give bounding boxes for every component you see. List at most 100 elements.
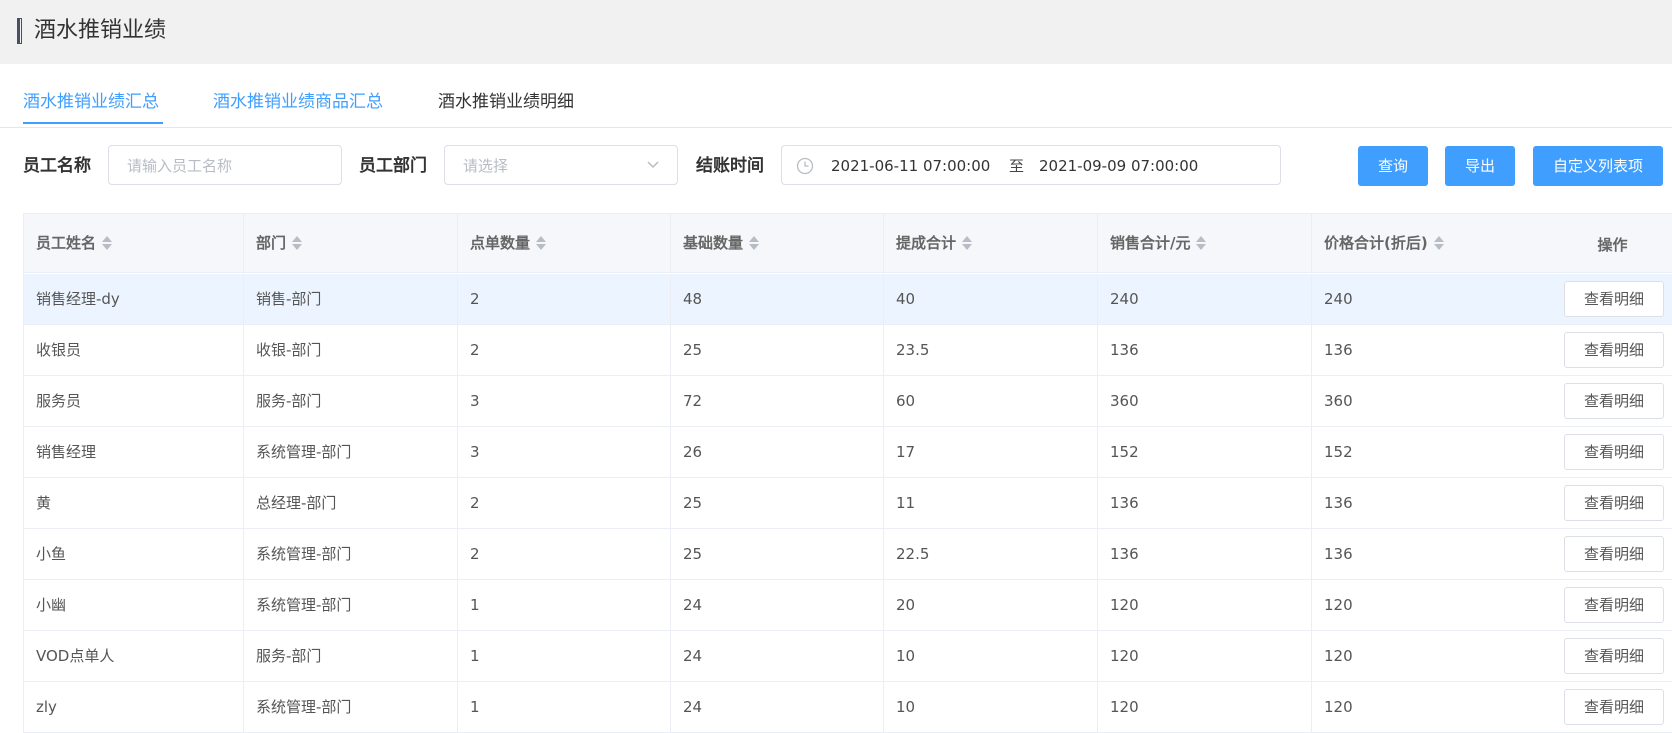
cell-value: 销售经理 [36, 443, 97, 461]
custom-columns-button[interactable]: 自定义列表项 [1533, 146, 1663, 186]
table-cell: 收银员 [24, 325, 244, 375]
cell-value: 总经理-部门 [256, 494, 337, 512]
table-row[interactable]: 收银员 收银-部门 2 25 23.5 136 136 查看明细 [24, 325, 1672, 376]
table-cell: 10 [884, 631, 1098, 681]
column-header-actions: 操作 [1552, 214, 1672, 273]
column-header-label: 价格合计(折后) [1324, 234, 1428, 252]
table-cell: 25 [671, 325, 884, 375]
sort-icon[interactable] [1196, 235, 1207, 251]
sort-icon[interactable] [536, 235, 547, 251]
end-time[interactable]: 2021-09-09 07:00:00 [1039, 155, 1198, 177]
view-details-button[interactable]: 查看明细 [1564, 332, 1664, 368]
column-header[interactable]: 销售合计/元 [1098, 214, 1312, 273]
query-button[interactable]: 查询 [1358, 146, 1428, 186]
sort-icon[interactable] [292, 235, 303, 251]
view-details-button[interactable]: 查看明细 [1564, 587, 1664, 623]
table-row[interactable]: VOD点单人 服务-部门 1 24 10 120 120 查看明细 [24, 631, 1672, 682]
cell-value: 120 [1324, 647, 1353, 665]
column-header-label: 员工姓名 [36, 234, 97, 252]
cell-value: 24 [683, 698, 703, 716]
table-row[interactable]: 服务员 服务-部门 3 72 60 360 360 查看明细 [24, 376, 1672, 427]
tab-product-summary[interactable]: 酒水推销业绩商品汇总 [213, 90, 383, 114]
cell-value: 24 [683, 647, 703, 665]
cell-value: 20 [896, 596, 916, 614]
cell-value: 1 [470, 596, 480, 614]
cell-value: 23.5 [896, 341, 930, 359]
cell-value: 10 [896, 647, 916, 665]
table-cell: 1 [458, 682, 671, 732]
cell-value: 系统管理-部门 [256, 443, 352, 461]
column-header[interactable]: 点单数量 [458, 214, 671, 273]
table-cell: 24 [671, 682, 884, 732]
cell-value: 120 [1110, 647, 1139, 665]
table-cell: 25 [671, 529, 884, 579]
table-cell: 120 [1098, 631, 1312, 681]
cell-value: 服务员 [36, 392, 82, 410]
table-cell: 系统管理-部门 [244, 682, 458, 732]
table-cell: 黄 [24, 478, 244, 528]
cell-value: 120 [1324, 698, 1353, 716]
column-header[interactable]: 价格合计(折后) [1312, 214, 1552, 273]
view-details-button[interactable]: 查看明细 [1564, 638, 1664, 674]
page-title: 酒水推销业绩 [34, 18, 167, 43]
view-details-button[interactable]: 查看明细 [1564, 689, 1664, 725]
table-row[interactable]: 小鱼 系统管理-部门 2 25 22.5 136 136 查看明细 [24, 529, 1672, 580]
cell-value: 136 [1324, 341, 1353, 359]
table-cell: 系统管理-部门 [244, 529, 458, 579]
table-row[interactable]: 销售经理 系统管理-部门 3 26 17 152 152 查看明细 [24, 427, 1672, 478]
table-cell: 24 [671, 631, 884, 681]
tab-summary[interactable]: 酒水推销业绩汇总 [23, 90, 159, 114]
table-cell: 72 [671, 376, 884, 426]
tab-details[interactable]: 酒水推销业绩明细 [438, 90, 574, 114]
table-row[interactable]: 销售经理-dy 销售-部门 2 48 40 240 240 查看明细 [24, 274, 1672, 325]
cell-value: 136 [1110, 545, 1139, 563]
cell-value: 72 [683, 392, 703, 410]
employee-name-input[interactable]: 请输入员工名称 [108, 145, 342, 185]
column-header-label: 点单数量 [470, 234, 531, 252]
column-header[interactable]: 员工姓名 [24, 214, 244, 273]
cell-value: 25 [683, 494, 703, 512]
table-cell: 136 [1098, 529, 1312, 579]
table-cell: 服务-部门 [244, 376, 458, 426]
view-details-button[interactable]: 查看明细 [1564, 536, 1664, 572]
department-select[interactable]: 请选择 [444, 145, 678, 185]
cell-value: 136 [1324, 545, 1353, 563]
view-details-button[interactable]: 查看明细 [1564, 485, 1664, 521]
column-header[interactable]: 基础数量 [671, 214, 884, 273]
table-row[interactable]: 黄 总经理-部门 2 25 11 136 136 查看明细 [24, 478, 1672, 529]
view-details-button[interactable]: 查看明细 [1564, 383, 1664, 419]
tab-bar: 酒水推销业绩汇总 酒水推销业绩商品汇总 酒水推销业绩明细 [0, 64, 1672, 128]
sort-icon[interactable] [962, 235, 973, 251]
employee-name-placeholder: 请输入员工名称 [127, 157, 233, 175]
table-cell: 2 [458, 274, 671, 324]
cell-value: 25 [683, 545, 703, 563]
sort-icon[interactable] [1433, 235, 1444, 251]
table-cell: 360 [1098, 376, 1312, 426]
column-header[interactable]: 部门 [244, 214, 458, 273]
sort-icon[interactable] [102, 235, 113, 251]
page-header: 酒水推销业绩 [0, 0, 1672, 64]
table-cell: 销售-部门 [244, 274, 458, 324]
date-range-picker[interactable]: 2021-06-11 07:00:00 至 2021-09-09 07:00:0… [781, 145, 1281, 185]
start-time[interactable]: 2021-06-11 07:00:00 [831, 155, 990, 177]
table-row[interactable]: zly 系统管理-部门 1 24 10 120 120 查看明细 [24, 682, 1672, 733]
view-details-button[interactable]: 查看明细 [1564, 434, 1664, 470]
cell-value: 24 [683, 596, 703, 614]
column-header-label: 基础数量 [683, 234, 744, 252]
column-header-label: 提成合计 [896, 234, 957, 252]
cell-value: 22.5 [896, 545, 930, 563]
cell-value: 2 [470, 341, 480, 359]
table-row[interactable]: 小幽 系统管理-部门 1 24 20 120 120 查看明细 [24, 580, 1672, 631]
sort-icon[interactable] [749, 235, 760, 251]
cell-value: zly [36, 698, 57, 716]
table-cell: 25 [671, 478, 884, 528]
view-details-button[interactable]: 查看明细 [1564, 281, 1664, 317]
table-cell: 3 [458, 376, 671, 426]
export-button[interactable]: 导出 [1445, 146, 1515, 186]
cell-value: 120 [1110, 698, 1139, 716]
cell-value: VOD点单人 [36, 647, 115, 665]
cell-value: 3 [470, 392, 480, 410]
column-header[interactable]: 提成合计 [884, 214, 1098, 273]
cell-value: 黄 [36, 494, 52, 512]
department-placeholder: 请选择 [463, 157, 509, 175]
